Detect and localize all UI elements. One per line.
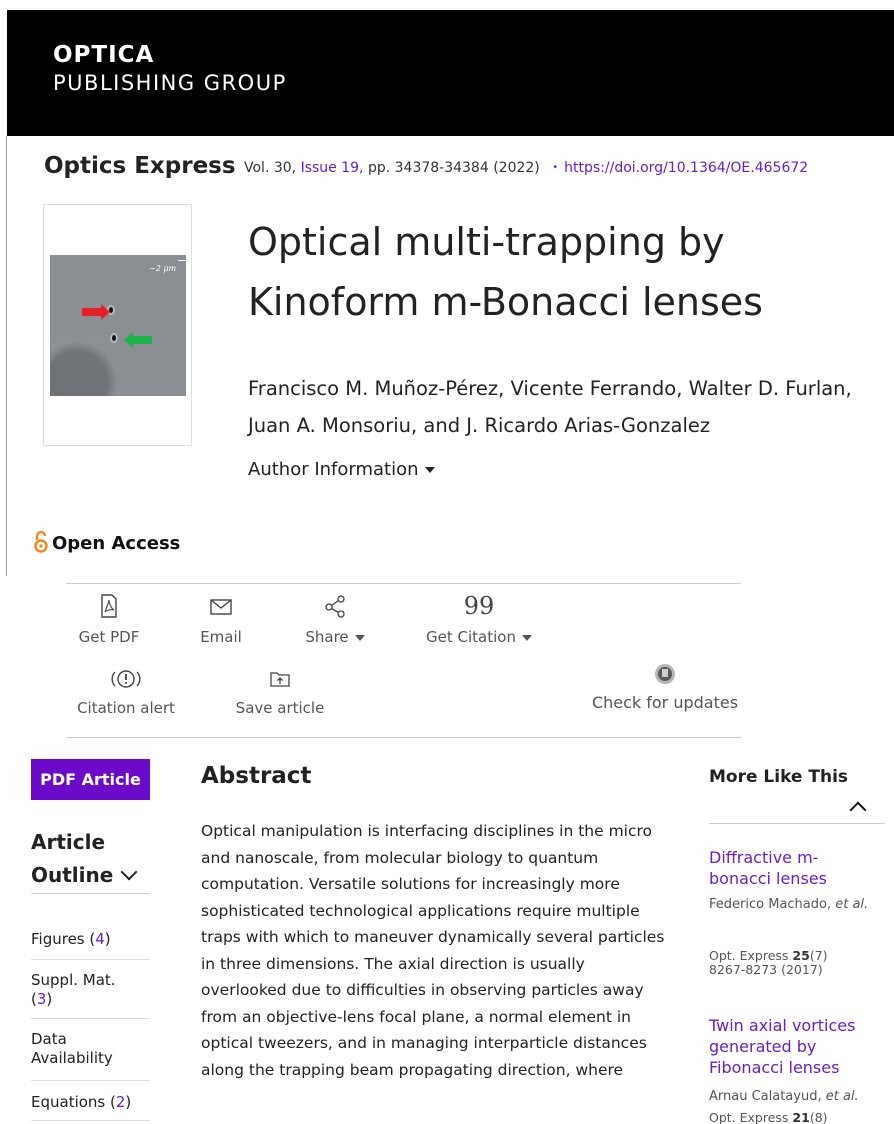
related-article-source: Opt. Express 25(7) 8267-8273 (2017) (709, 949, 879, 977)
year: (2022) (493, 160, 540, 176)
caret-down-icon (354, 634, 365, 641)
folder-save-icon (270, 672, 290, 687)
get-citation-text: Get Citation (426, 628, 516, 646)
source-pages: 8267-8273 (2017) (709, 962, 823, 977)
save-article-button[interactable]: Save article (233, 667, 327, 717)
outline-item-label: Figures (31, 930, 85, 948)
more-like-this-divider (709, 823, 885, 824)
outline-divider (31, 1120, 150, 1121)
page-left-border (6, 136, 7, 576)
site-header: OPTICA PUBLISHING GROUP (7, 10, 894, 136)
outline-item-data-availability[interactable]: Data Availability (31, 1030, 131, 1068)
source-journal: Opt. Express (709, 1110, 789, 1124)
cover-image[interactable] (50, 255, 186, 396)
logo-publishing-group[interactable]: PUBLISHING GROUP (53, 71, 287, 95)
get-pdf-label: Get PDF (78, 628, 140, 646)
caret-down-icon (521, 634, 532, 641)
outline-divider (31, 893, 150, 894)
source-volume: 25 (792, 948, 810, 963)
author-information-label: Author Information (248, 459, 419, 480)
et-al: et al. (825, 1089, 859, 1104)
abstract-heading: Abstract (201, 763, 312, 789)
open-lock-icon (34, 531, 48, 553)
outline-item-label: Data Availability (31, 1030, 113, 1067)
outline-divider (31, 1018, 150, 1019)
logo-optica[interactable]: OPTICA (53, 42, 154, 68)
chevron-up-icon[interactable] (849, 801, 867, 819)
check-updates-label: Check for updates (591, 693, 739, 712)
quote-icon: 99 (463, 592, 495, 620)
figures-count: 4 (95, 930, 105, 948)
et-al: et al. (835, 897, 869, 912)
related-author: Federico Machado, (709, 897, 832, 912)
citation-line: Vol. 30, Issue 19, pp. 34378-34384 (2022… (244, 160, 808, 176)
suppl-mat-count: 3 (36, 990, 47, 1008)
separator-dot: • (552, 162, 559, 173)
get-citation-button[interactable]: 99 Get Citation (424, 594, 534, 646)
outline-divider (31, 1080, 150, 1081)
caret-down-icon (424, 467, 435, 473)
pdf-file-icon (101, 594, 117, 618)
volume: Vol. 30, (244, 160, 297, 176)
authors-line[interactable]: Juan A. Monsoriu, and J. Ricardo Arias-G… (248, 407, 894, 444)
outline-divider (31, 959, 150, 960)
related-article-title[interactable]: Diffractive m-bonacci lenses (709, 847, 849, 889)
doi-link[interactable]: https://doi.org/10.1364/OE.465672 (564, 160, 808, 176)
equations-count: 2 (115, 1093, 126, 1111)
related-article-title[interactable]: Twin axial vortices generated by Fibonac… (709, 1015, 869, 1078)
green-arrow-icon (124, 332, 152, 348)
outline-item-label: Suppl. Mat. (31, 971, 116, 989)
get-pdf-button[interactable]: Get PDF (74, 594, 144, 646)
related-author: Arnau Calatayud, (709, 1089, 822, 1104)
crossmark-icon (655, 664, 675, 684)
pdf-article-button[interactable]: PDF Article (31, 759, 150, 800)
share-button[interactable]: Share (300, 594, 370, 646)
author-list: Francisco M. Muñoz-Pérez, Vicente Ferran… (248, 370, 894, 444)
source-issue: (8) (809, 1110, 828, 1124)
open-access-badge: Open Access (34, 531, 180, 554)
related-article-authors: Federico Machado, et al. (709, 892, 879, 918)
abstract-text: Optical manipulation is interfacing disc… (201, 822, 665, 1079)
toolbar-divider-bottom (66, 737, 741, 738)
outline-item-equations[interactable]: Equations (2) (31, 1093, 150, 1112)
red-arrow-icon (82, 304, 110, 320)
email-button[interactable]: Email (193, 594, 249, 646)
alert-icon (111, 670, 141, 688)
share-text: Share (305, 628, 349, 646)
journal-name[interactable]: Optics Express (44, 153, 236, 179)
get-citation-label: Get Citation (424, 628, 534, 646)
issue-link[interactable]: Issue 19, (301, 160, 364, 176)
outline-title: Article (31, 830, 106, 854)
chevron-down-icon (120, 863, 138, 881)
article-outline-toggle[interactable]: Article Outline (31, 826, 138, 892)
trapped-particle (110, 333, 118, 343)
outline-title: Outline (31, 863, 114, 887)
open-access-label: Open Access (52, 533, 181, 554)
citation-alert-button[interactable]: Citation alert (74, 667, 178, 717)
related-article-source: Opt. Express 21(8) (709, 1111, 879, 1124)
more-like-this-heading: More Like This (709, 767, 849, 787)
scale-label: ~2 μm (149, 264, 177, 273)
source-journal: Opt. Express (709, 948, 789, 963)
envelope-icon (210, 599, 232, 615)
related-article-authors: Arnau Calatayud, et al. (709, 1084, 889, 1110)
source-volume: 21 (792, 1110, 810, 1124)
email-label: Email (200, 628, 242, 646)
share-label: Share (300, 628, 370, 646)
source-issue: (7) (809, 948, 828, 963)
article-title: Optical multi-trapping by Kinoform m-Bon… (248, 220, 763, 324)
citation-alert-label: Citation alert (77, 699, 175, 717)
toolbar-divider-top (66, 583, 741, 584)
outline-item-label: Equations (31, 1093, 106, 1111)
share-icon (325, 595, 345, 618)
outline-item-suppl-mat[interactable]: Suppl. Mat. (3) (31, 971, 150, 1009)
save-article-label: Save article (235, 699, 325, 717)
pages: pp. 34378-34384 (367, 160, 489, 176)
outline-item-figures[interactable]: Figures (4) (31, 930, 150, 949)
author-information-toggle[interactable]: Author Information (248, 459, 435, 480)
check-for-updates-button[interactable]: Check for updates (587, 663, 743, 712)
authors-line[interactable]: Francisco M. Muñoz-Pérez, Vicente Ferran… (248, 370, 894, 407)
scale-bar (178, 260, 186, 261)
